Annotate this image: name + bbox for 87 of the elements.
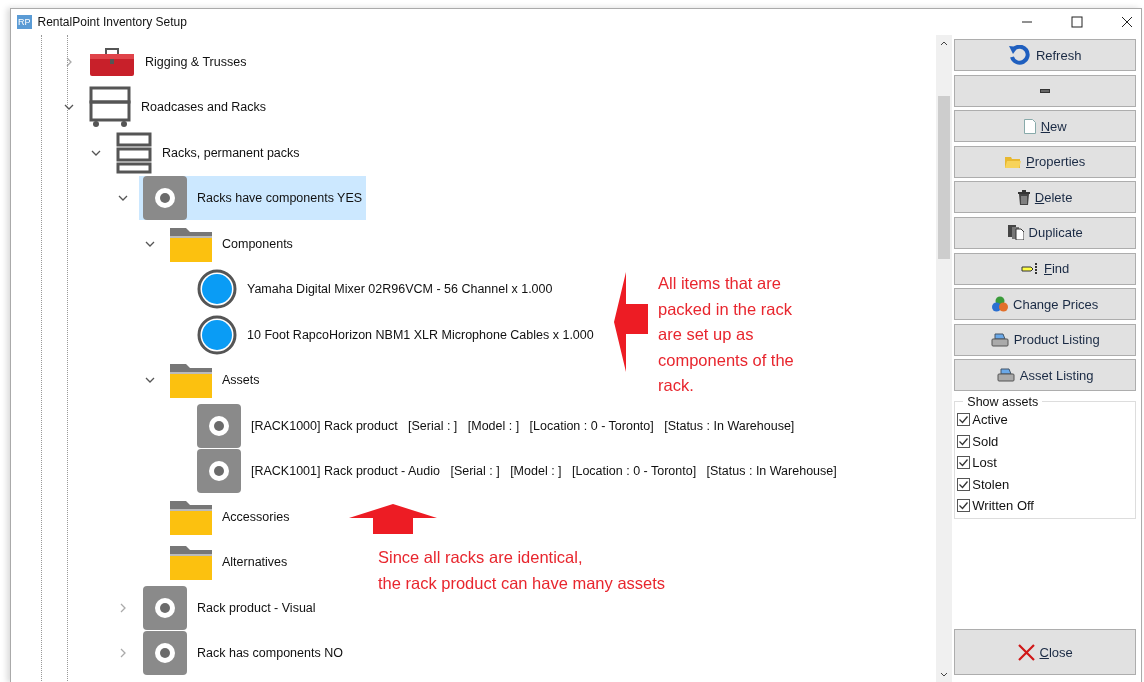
tree-item[interactable]: [RACK1000] Rack product [Serial : ] [Model : ] [Location : 0 - Toronto] [Status : In Warehouse] — [193, 403, 799, 448]
toolbar-button[interactable]: Refresh — [954, 39, 1136, 71]
scroll-down-icon[interactable] — [940, 672, 949, 677]
checkbox[interactable] — [957, 456, 971, 470]
tree-item-label: Roadcases and Racks — [141, 100, 267, 115]
chevron-down-icon[interactable] — [145, 377, 155, 384]
tree-item-label: Accessories — [222, 509, 290, 524]
checkbox[interactable] — [957, 413, 971, 427]
toolbox-icon — [89, 46, 135, 77]
tree-item-label: Rack product - Visual — [197, 600, 316, 615]
trash-icon — [1017, 189, 1030, 205]
tree-item-label: Assets — [222, 373, 260, 388]
window-title: RentalPoint Inventory Setup — [37, 15, 187, 29]
tree-item-label: [RACK1001] Rack product - Audio [Serial : ] [Model : ] [Location : 0 - Toronto] [Status : In Warehouse] — [251, 464, 837, 479]
tree-item[interactable]: Rack product - Visual — [139, 585, 320, 630]
vertical-scrollbar[interactable] — [936, 35, 953, 682]
folder-icon — [170, 225, 212, 262]
tree-item-label: Racks, permanent packs — [162, 145, 300, 160]
tree-item[interactable]: Rack has components NO — [139, 631, 347, 676]
close-icon[interactable] — [1121, 16, 1133, 28]
tree-item-label: Components — [222, 236, 293, 251]
refresh-icon — [1008, 45, 1031, 65]
tree-item-label: Alternatives — [222, 555, 288, 570]
checkbox-label[interactable]: Sold — [972, 433, 999, 449]
ball-icon — [197, 314, 237, 355]
rack-icon — [116, 131, 152, 174]
page-icon — [1023, 118, 1036, 134]
toolbar-button[interactable]: Delete — [954, 181, 1136, 214]
tree-item[interactable]: 10 Foot RapcoHorizon NBM1 XLR Microphone Cables x 1.000 — [193, 312, 598, 357]
tree-item[interactable]: Rigging & Trusses — [85, 39, 251, 84]
toolbar-button[interactable]: Duplicate — [954, 216, 1136, 249]
chevron-down-icon[interactable] — [145, 240, 155, 247]
annotation-text: All items that are packed in the rack are set up as components of the rack. — [658, 273, 794, 396]
chevron-down-icon[interactable] — [118, 195, 128, 202]
folder-icon — [170, 544, 212, 581]
close-icon — [1017, 643, 1035, 661]
toolbar-button[interactable]: Find — [954, 252, 1136, 285]
checkbox-label[interactable]: Stolen — [972, 476, 1010, 492]
checkbox[interactable] — [957, 434, 971, 448]
arrow-up-icon — [349, 504, 437, 534]
scroll-up-icon[interactable] — [940, 41, 949, 46]
toolbar-button[interactable]: Product Listing — [954, 323, 1136, 356]
toolbar-button[interactable]: Properties — [954, 145, 1136, 178]
annotation-text: Since all racks are identical, the rack product can have many assets — [378, 547, 666, 594]
tree-item[interactable]: Alternatives — [166, 540, 292, 585]
printer-icon — [990, 332, 1009, 347]
tree-item[interactable]: Assets — [166, 358, 264, 403]
tree-item[interactable]: Components — [166, 221, 297, 266]
tree-item[interactable]: Accessories — [166, 494, 294, 539]
tree-item[interactable]: Racks, permanent packs — [112, 130, 304, 175]
pointing-hand-icon — [1021, 262, 1039, 275]
scrollbar-thumb[interactable] — [938, 96, 951, 259]
folder-icon — [170, 498, 212, 535]
chevron-down-icon[interactable] — [91, 149, 101, 156]
documents-icon — [1007, 225, 1024, 241]
group-title: Show assets — [966, 394, 1040, 409]
tree-item-label: 10 Foot RapcoHorizon NBM1 XLR Microphone Cables x 1.000 — [247, 327, 594, 342]
tree-item[interactable]: Yamaha Digital Mixer 02R96VCM - 56 Channel x 1.000 — [193, 267, 557, 312]
toolbar-button[interactable]: Change Prices — [954, 288, 1136, 321]
folder-icon — [1005, 155, 1022, 168]
tree-item[interactable]: Roadcases and Racks — [85, 85, 271, 130]
tree-item[interactable]: Racks have components YES — [139, 176, 367, 221]
toolbar-button[interactable]: New — [954, 110, 1136, 143]
tree-item[interactable]: [RACK1001] Rack product - Audio [Serial : ] [Model : ] [Location : 0 - Toronto] [Status : In Warehouse] — [193, 449, 841, 494]
checkbox-label[interactable]: Active — [972, 412, 1008, 428]
checkbox-label[interactable]: Lost — [972, 455, 997, 471]
printer-icon — [996, 368, 1015, 383]
checkbox[interactable] — [957, 477, 971, 491]
chevron-right-icon[interactable] — [66, 56, 72, 67]
tree-item-label: Yamaha Digital Mixer 02R96VCM - 56 Channel x 1.000 — [247, 282, 553, 297]
close-button[interactable]: Close — [954, 629, 1136, 675]
tree-item-label: Rack has components NO — [197, 646, 343, 661]
app-icon: RP — [17, 15, 32, 29]
arrow-left-icon — [613, 271, 649, 373]
toolbar-button[interactable]: Asset Listing — [954, 359, 1136, 392]
ball-icon — [197, 269, 237, 310]
checkbox-label[interactable]: Written Off — [972, 498, 1034, 514]
dash-icon — [1040, 88, 1051, 93]
coins-icon — [992, 296, 1008, 313]
tree-item-label: Rigging & Trusses — [145, 54, 247, 69]
tree-item-label: [RACK1000] Rack product [Serial : ] [Model : ] [Location : 0 - Toronto] [Status : In Warehouse] — [251, 418, 795, 433]
cart-icon — [89, 86, 131, 129]
tree-item-label: Racks have components YES — [197, 191, 363, 206]
folder-icon — [170, 362, 212, 399]
checkbox[interactable] — [957, 499, 971, 513]
chevron-down-icon[interactable] — [64, 104, 74, 111]
maximize-icon[interactable] — [1071, 16, 1083, 28]
